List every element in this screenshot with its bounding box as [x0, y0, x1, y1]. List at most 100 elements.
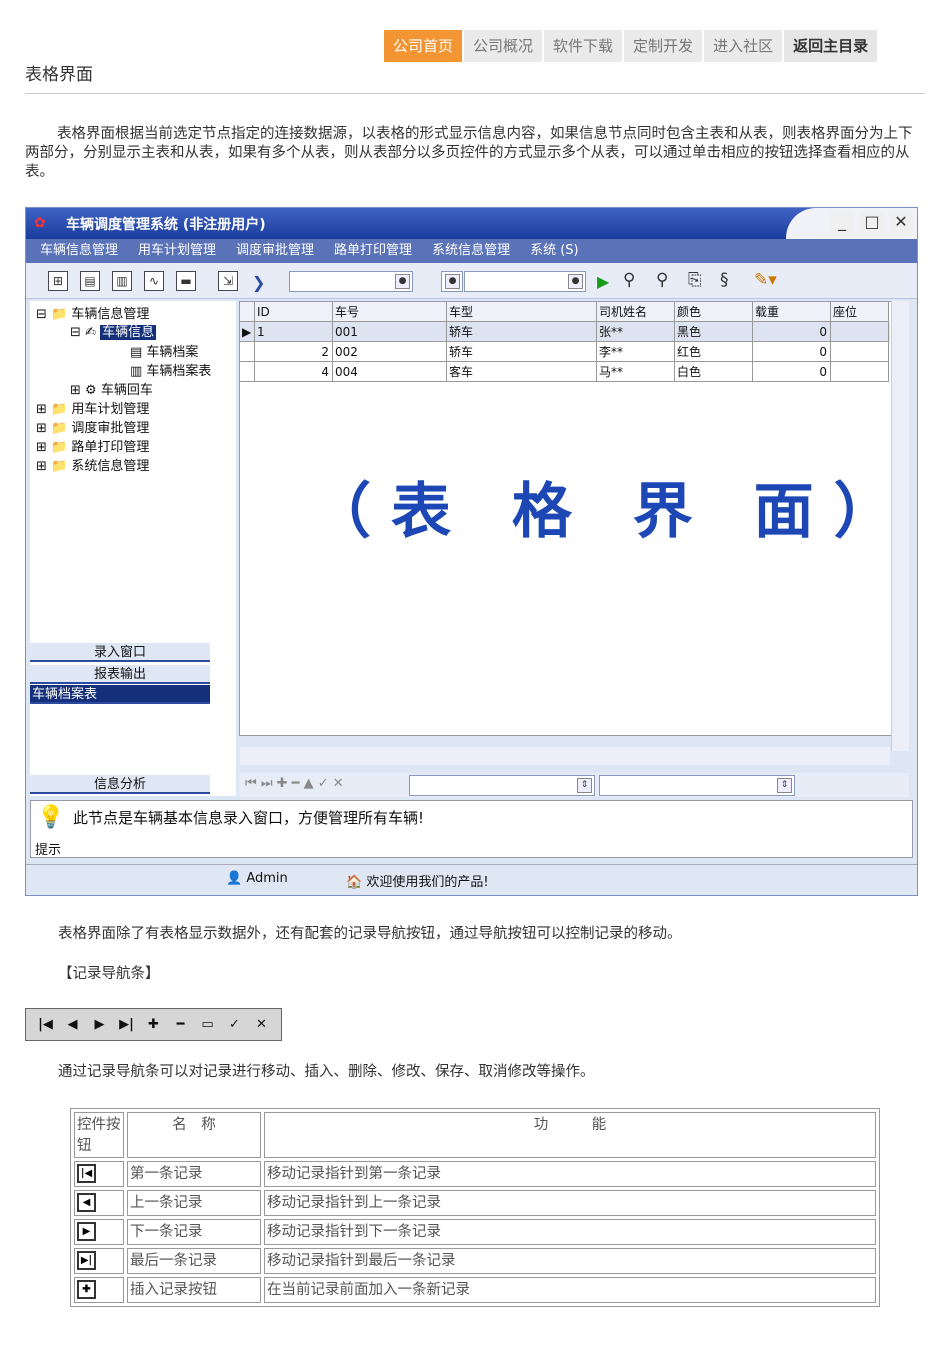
- col-color[interactable]: 颜色: [675, 302, 753, 322]
- tree-item-print[interactable]: ⊞ 📁 路单打印管理: [36, 436, 149, 455]
- nav-overview[interactable]: 公司概况: [464, 30, 543, 62]
- menu-system[interactable]: 系统 (S): [530, 239, 579, 263]
- save-record-icon[interactable]: ✓: [221, 1017, 248, 1032]
- delete-record-icon[interactable]: ━: [167, 1017, 194, 1032]
- nav-home[interactable]: 公司首页: [384, 30, 463, 62]
- tip-panel: 💡 此节点是车辆基本信息录入窗口，方便管理所有车辆! 提示: [30, 800, 913, 858]
- play-icon[interactable]: ▶: [597, 272, 609, 291]
- table-row[interactable]: 4 004 客车 马** 白色 0: [240, 362, 890, 382]
- nav-download[interactable]: 软件下载: [544, 30, 623, 62]
- first-record-icon: |◀: [77, 1164, 96, 1183]
- col-seats[interactable]: 座位: [831, 302, 889, 322]
- tree-icon[interactable]: ⊞: [48, 271, 68, 291]
- col-type[interactable]: 车型: [447, 302, 597, 322]
- grid-icon[interactable]: ▤: [80, 271, 100, 291]
- table-row: |◀ 第一条记录 移动记录指针到第一条记录: [74, 1161, 876, 1187]
- menu-approve[interactable]: 调度审批管理: [236, 239, 314, 263]
- divider: [25, 93, 925, 94]
- menu-sysinfo[interactable]: 系统信息管理: [432, 239, 510, 263]
- tree-item-approve[interactable]: ⊞ 📁 调度审批管理: [36, 417, 149, 436]
- edit-icon[interactable]: ✎▾: [754, 270, 777, 290]
- th-button: 控件按钮: [74, 1112, 124, 1158]
- insert-record-icon[interactable]: ✚: [140, 1017, 167, 1032]
- table-row[interactable]: ▶ 1 001 轿车 张** 黑色 0: [240, 322, 890, 342]
- last-record-icon: ▶|: [77, 1251, 96, 1270]
- para-navigation: 表格界面除了有表格显示数据外，还有配套的记录导航按钮，通过导航按钮可以控制记录的…: [58, 926, 682, 942]
- nav-community[interactable]: 进入社区: [704, 30, 783, 62]
- status-welcome: 欢迎使用我们的产品!: [366, 875, 489, 890]
- value-combo[interactable]: ●: [464, 271, 586, 292]
- status-bar: 👤 Admin 🏠 欢迎使用我们的产品!: [26, 864, 917, 895]
- window-icon[interactable]: ▬: [176, 271, 196, 291]
- grid-nav-buttons[interactable]: ⏮ ⏭ ✚ ━ ▲ ✓ ✕: [245, 776, 344, 791]
- tree-item-sysinfo[interactable]: ⊞ 📁 系统信息管理: [36, 455, 149, 474]
- col-driver[interactable]: 司机姓名: [597, 302, 675, 322]
- export-icon[interactable]: ⇲: [218, 271, 238, 291]
- operator-combo[interactable]: ●: [441, 271, 463, 292]
- col-plate[interactable]: 车号: [333, 302, 447, 322]
- tree-item-vehicle-return[interactable]: ⊞ ⚙ 车辆回车: [70, 379, 153, 398]
- nav-button-table: 控件按钮 名 称 功 能 |◀ 第一条记录 移动记录指针到第一条记录 ◀ 上一条…: [70, 1108, 880, 1307]
- title-bar: ✿ 车辆调度管理系统 (非注册用户) _ □ ✕: [26, 208, 917, 239]
- sort-icon[interactable]: §: [720, 270, 729, 290]
- preview-icon[interactable]: ⎘: [688, 270, 702, 290]
- find-next-icon[interactable]: ⚲: [656, 270, 668, 290]
- nav-custom[interactable]: 定制开发: [624, 30, 703, 62]
- arrow-right-icon[interactable]: ❯: [252, 273, 265, 292]
- cancel-record-icon[interactable]: ✕: [248, 1017, 275, 1032]
- horizontal-scrollbar[interactable]: [240, 747, 890, 765]
- menu-vehicle[interactable]: 车辆信息管理: [40, 239, 118, 263]
- grid-watermark: （表 格 界 面）: [311, 477, 914, 547]
- next-record-icon[interactable]: ▶: [86, 1017, 113, 1032]
- record-nav-bar: |◀ ◀ ▶ ▶| ✚ ━ ▭ ✓ ✕: [25, 1008, 282, 1041]
- nav-tree: ⊟ 📁 车辆信息管理 ⊟ ✍ 车辆信息 ▤ 车辆档案 ▥ 车辆档案表 ⊞ ⚙ 车…: [30, 301, 236, 641]
- app-title: 车辆调度管理系统 (非注册用户): [66, 217, 266, 233]
- report-output-button[interactable]: 报表输出: [30, 665, 210, 684]
- th-function: 功 能: [264, 1112, 876, 1158]
- tree-item-vehicle-archive[interactable]: ▤ 车辆档案: [130, 341, 198, 360]
- insert-record-icon: ✚: [77, 1280, 96, 1299]
- menu-bar: 车辆信息管理 用车计划管理 调度审批管理 路单打印管理 系统信息管理 系统 (S): [26, 239, 917, 263]
- first-record-icon[interactable]: |◀: [32, 1017, 59, 1032]
- status-user-icon: 👤 Admin: [226, 871, 288, 886]
- find-icon[interactable]: ⚲: [623, 270, 635, 290]
- app-window: ✿ 车辆调度管理系统 (非注册用户) _ □ ✕ 车辆信息管理 用车计划管理 调度审…: [25, 207, 918, 896]
- last-record-icon[interactable]: ▶|: [113, 1017, 140, 1032]
- col-id[interactable]: ID: [255, 302, 333, 322]
- prev-record-icon[interactable]: ◀: [59, 1017, 86, 1032]
- entry-window-button[interactable]: 录入窗口: [30, 643, 210, 662]
- close-icon[interactable]: ✕: [889, 212, 913, 234]
- minimize-icon[interactable]: _: [830, 212, 854, 234]
- document-icon[interactable]: ▥: [112, 271, 132, 291]
- tree-item-vehicle-archive-table[interactable]: ▥ 车辆档案表: [130, 360, 211, 379]
- maximize-icon[interactable]: □: [860, 212, 884, 234]
- col-load[interactable]: 载重: [753, 302, 831, 322]
- nav-combo-2[interactable]: ⇕: [599, 775, 795, 796]
- field-combo[interactable]: ●: [289, 271, 413, 292]
- table-row: ✚ 插入记录按钮 在当前记录前面加入一条新记录: [74, 1277, 876, 1303]
- grid-header: ID 车号 车型 司机姓名 颜色 载重 座位: [240, 302, 890, 322]
- tree-item-vehicle-mgmt[interactable]: ⊟ 📁 车辆信息管理: [36, 303, 149, 322]
- tip-text: 此节点是车辆基本信息录入窗口，方便管理所有车辆!: [73, 809, 425, 827]
- menu-plan[interactable]: 用车计划管理: [138, 239, 216, 263]
- para-operations: 通过记录导航条可以对记录进行移动、插入、删除、修改、保存、取消修改等操作。: [58, 1064, 595, 1080]
- table-row: ▶ 下一条记录 移动记录指针到下一条记录: [74, 1219, 876, 1245]
- nav-main-menu[interactable]: 返回主目录: [784, 30, 878, 62]
- top-nav: 公司首页 公司概况 软件下载 定制开发 进入社区 返回主目录: [384, 30, 879, 62]
- prev-record-icon: ◀: [77, 1193, 96, 1212]
- tree-item-plan[interactable]: ⊞ 📁 用车计划管理: [36, 398, 149, 417]
- table-header-row: 控件按钮 名 称 功 能: [74, 1112, 876, 1158]
- chart-icon[interactable]: ∿: [144, 271, 164, 291]
- status-user: Admin: [246, 871, 288, 886]
- analysis-button[interactable]: 信息分析: [30, 775, 210, 794]
- vertical-scrollbar[interactable]: [891, 301, 909, 751]
- edit-record-icon[interactable]: ▭: [194, 1017, 221, 1032]
- nav-combo-1[interactable]: ⇕: [409, 775, 595, 796]
- app-logo-icon: ✿: [34, 215, 46, 231]
- archive-table-button[interactable]: 车辆档案表: [30, 685, 210, 704]
- menu-print[interactable]: 路单打印管理: [334, 239, 412, 263]
- table-row: ▶| 最后一条记录 移动记录指针到最后一条记录: [74, 1248, 876, 1274]
- tree-item-vehicle-info[interactable]: ⊟ ✍ 车辆信息: [70, 321, 157, 340]
- table-row[interactable]: 2 002 轿车 李** 红色 0: [240, 342, 890, 362]
- table-row: ◀ 上一条记录 移动记录指针到上一条记录: [74, 1190, 876, 1216]
